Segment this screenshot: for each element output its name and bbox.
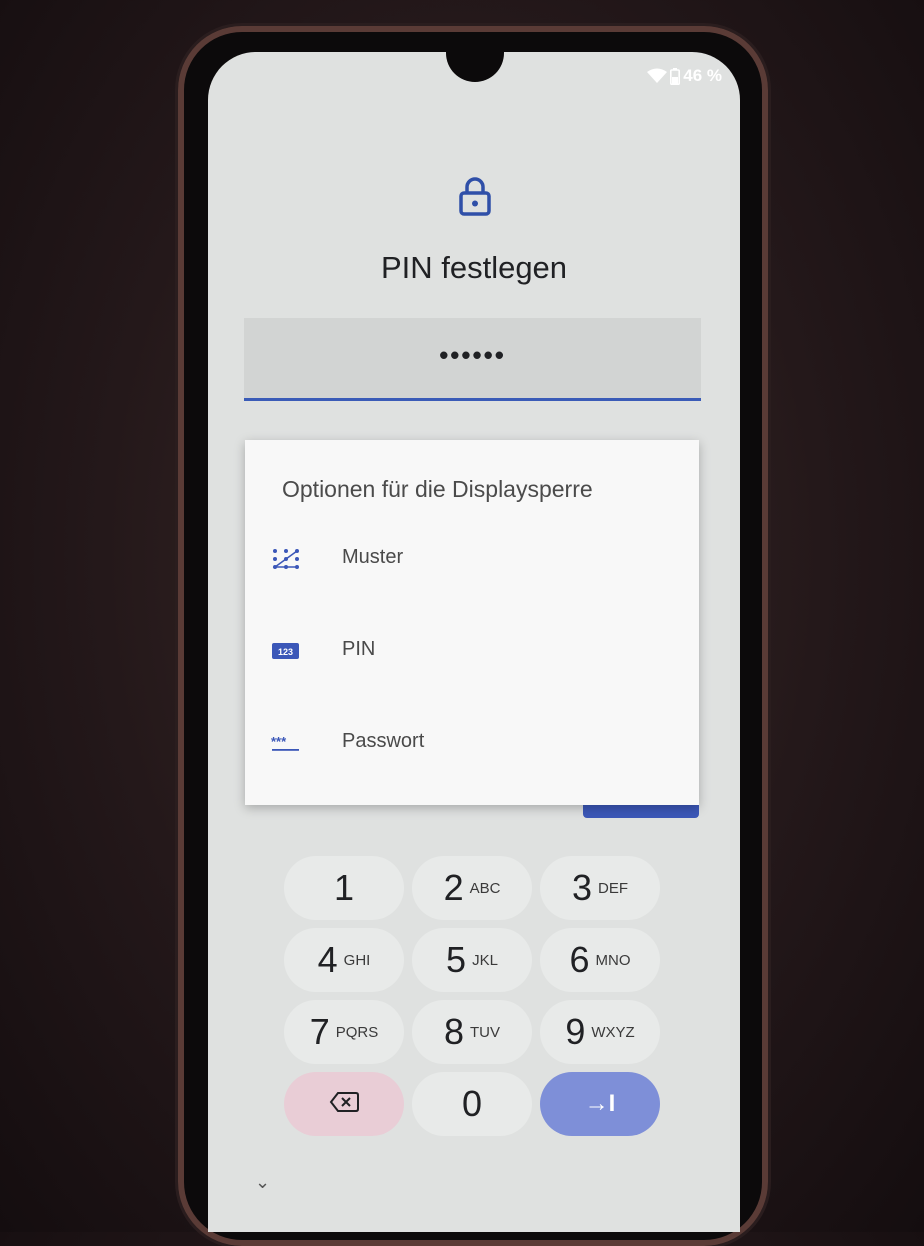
option-pattern[interactable]: Muster bbox=[245, 524, 699, 594]
pin-123-icon: 123 bbox=[271, 640, 301, 662]
battery-icon bbox=[670, 67, 681, 85]
key-2[interactable]: 2 ABC bbox=[412, 856, 532, 920]
option-password-label: Passwort bbox=[342, 730, 425, 752]
pin-input-value: •••••• bbox=[439, 340, 506, 370]
lock-icon bbox=[458, 176, 492, 216]
lock-options-dialog: Optionen für die Displaysperre Muster 12… bbox=[245, 440, 699, 805]
key-5[interactable]: 5 JKL bbox=[412, 928, 532, 992]
key-1-digit: 1 bbox=[333, 867, 355, 908]
svg-text:***: *** bbox=[271, 734, 287, 749]
chevron-down-icon[interactable]: ⌄ bbox=[255, 1172, 270, 1193]
option-pin[interactable]: 123 PIN bbox=[245, 616, 699, 686]
svg-text:123: 123 bbox=[278, 647, 293, 657]
tab-arrow-icon: →I bbox=[584, 1090, 616, 1117]
enter-button[interactable]: →I bbox=[540, 1072, 660, 1136]
dialog-title: Optionen für die Displaysperre bbox=[282, 476, 593, 502]
key-7-digit: 7 bbox=[309, 1011, 330, 1052]
key-2-letters: ABC bbox=[469, 879, 501, 897]
key-6-digit: 6 bbox=[569, 939, 590, 980]
key-6-letters: MNO bbox=[595, 951, 631, 969]
key-8[interactable]: 8 TUV bbox=[412, 1000, 532, 1064]
key-8-digit: 8 bbox=[443, 1011, 465, 1052]
password-icon: *** bbox=[271, 732, 301, 754]
key-9[interactable]: 9 WXYZ bbox=[540, 1000, 660, 1064]
key-3-letters: DEF bbox=[598, 879, 629, 897]
wifi-icon bbox=[647, 68, 668, 84]
key-5-digit: 5 bbox=[446, 939, 467, 980]
key-7-letters: PQRS bbox=[335, 1023, 379, 1041]
key-4-letters: GHI bbox=[343, 951, 371, 969]
key-9-letters: WXYZ bbox=[591, 1023, 635, 1041]
key-0-digit: 0 bbox=[461, 1083, 483, 1124]
confirm-button-partial[interactable] bbox=[583, 804, 699, 818]
camera-notch bbox=[446, 52, 504, 82]
phone-screen: 46 % PIN festlegen •••••• Optionen für d… bbox=[208, 52, 740, 1232]
delete-button[interactable] bbox=[284, 1072, 404, 1136]
page-title: PIN festlegen bbox=[380, 250, 568, 285]
key-4[interactable]: 4 GHI bbox=[284, 928, 404, 992]
key-2-digit: 2 bbox=[443, 867, 464, 908]
key-3-digit: 3 bbox=[571, 867, 593, 908]
key-0[interactable]: 0 bbox=[412, 1072, 532, 1136]
key-4-digit: 4 bbox=[317, 939, 338, 980]
key-7[interactable]: 7 PQRS bbox=[284, 1000, 404, 1064]
key-9-digit: 9 bbox=[565, 1011, 586, 1052]
key-3[interactable]: 3 DEF bbox=[540, 856, 660, 920]
key-5-letters: JKL bbox=[472, 951, 498, 969]
pin-input[interactable]: •••••• bbox=[244, 318, 701, 401]
key-6[interactable]: 6 MNO bbox=[540, 928, 660, 992]
option-pattern-label: Muster bbox=[342, 546, 404, 568]
key-8-letters: TUV bbox=[470, 1023, 501, 1041]
option-pin-label: PIN bbox=[342, 638, 376, 660]
key-1[interactable]: 1 bbox=[284, 856, 404, 920]
status-bar: 46 % bbox=[647, 66, 722, 86]
battery-percent: 46 % bbox=[683, 66, 722, 85]
option-password[interactable]: *** Passwort bbox=[245, 708, 699, 778]
backspace-icon bbox=[329, 1091, 359, 1118]
pattern-icon bbox=[271, 548, 301, 570]
